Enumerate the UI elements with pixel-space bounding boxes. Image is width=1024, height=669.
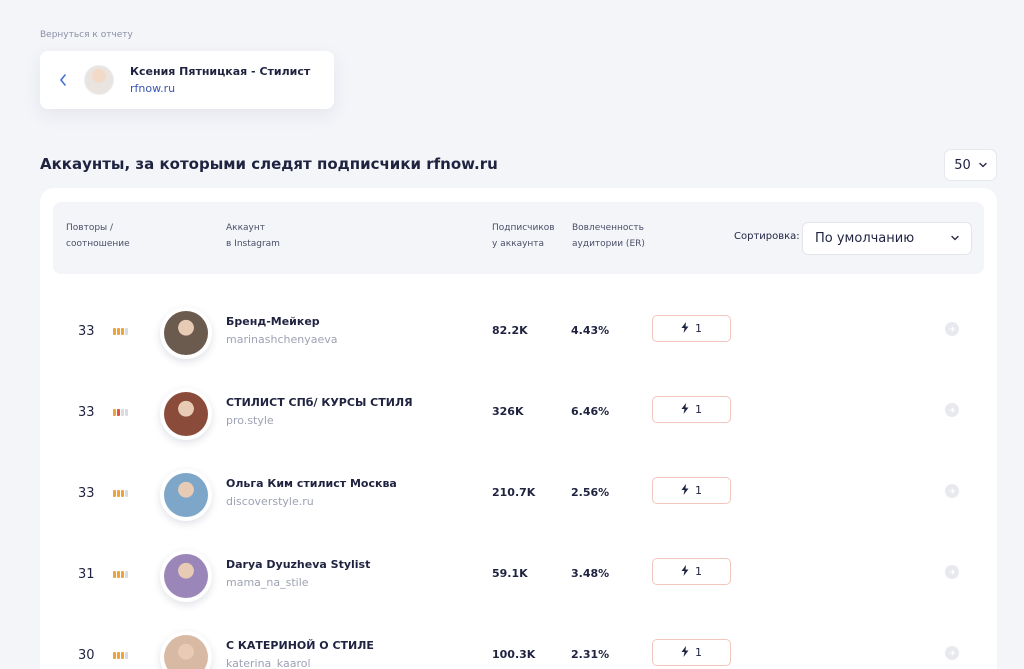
page-title: Аккаунты, за которыми следят подписчики … [40,155,498,173]
per-page-value: 50 [954,157,971,173]
badge-count: 1 [695,565,702,578]
ratio-indicator [113,490,128,497]
table-row[interactable]: 33 Бренд-Мейкер marinashchenyaeva 82.2K … [40,302,997,362]
lightning-icon [681,402,689,417]
profile-name: Ксения Пятницкая - Стилист [130,65,311,78]
badge-count: 1 [695,484,702,497]
account-name[interactable]: Бренд-Мейкер [226,315,320,328]
accounts-table: Повторы / соотношение Аккаунт в Instagra… [40,188,997,669]
lightning-icon [681,321,689,336]
sort-label: Сортировка: [734,231,800,242]
account-handle[interactable]: pro.style [226,414,274,427]
account-name[interactable]: СТИЛИСТ СПб/ КУРСЫ СТИЛЯ [226,396,413,409]
avatar[interactable] [160,388,212,440]
arrow-right-circle-icon[interactable] [945,646,959,660]
account-handle[interactable]: katerina_kaarol [226,657,311,669]
profile-site-link[interactable]: rfnow.ru [130,82,310,95]
account-handle[interactable]: marinashchenyaeva [226,333,337,346]
ratio-indicator [113,328,128,335]
repeats-count: 30 [78,648,95,663]
lightning-icon [681,564,689,579]
per-page-select[interactable]: 50 [944,149,997,181]
followers-count: 326K [492,405,524,418]
header-account: Аккаунт в Instagram [226,223,280,249]
chevron-left-icon[interactable] [56,74,70,86]
engagement-rate: 3.48% [571,567,610,580]
repeats-count: 33 [78,486,95,501]
badge-count: 1 [695,403,702,416]
ratio-indicator [113,652,128,659]
sort-value: По умолчанию [815,231,915,246]
account-name[interactable]: Darya Dyuzheva Stylist [226,558,370,571]
table-row[interactable]: 30 С КАТЕРИНОЙ О СТИЛЕ katerina_kaarol 1… [40,626,997,669]
engagement-rate: 2.56% [571,486,610,499]
repeats-count: 33 [78,324,95,339]
badge-count: 1 [695,646,702,659]
engagement-rate: 6.46% [571,405,610,418]
lightning-badge[interactable]: 1 [652,639,731,666]
engagement-rate: 2.31% [571,648,610,661]
account-handle[interactable]: discoverstyle.ru [226,495,314,508]
profile-card: Ксения Пятницкая - Стилист rfnow.ru [40,51,334,109]
lightning-icon [681,645,689,660]
arrow-right-circle-icon[interactable] [945,322,959,336]
followers-count: 59.1K [492,567,528,580]
table-row[interactable]: 33 СТИЛИСТ СПб/ КУРСЫ СТИЛЯ pro.style 32… [40,383,997,443]
lightning-badge[interactable]: 1 [652,558,731,585]
account-handle[interactable]: mama_na_stile [226,576,309,589]
ratio-indicator [113,409,128,416]
avatar[interactable] [160,631,212,669]
avatar[interactable] [160,307,212,359]
lightning-icon [681,483,689,498]
arrow-right-circle-icon[interactable] [945,403,959,417]
header-followers: Подписчиков у аккаунта [492,223,555,249]
avatar[interactable] [160,469,212,521]
arrow-right-circle-icon[interactable] [945,565,959,579]
lightning-badge[interactable]: 1 [652,477,731,504]
lightning-badge[interactable]: 1 [652,396,731,423]
ratio-indicator [113,571,128,578]
header-engagement: Вовлеченность аудитории (ER) [572,223,645,249]
table-header: Повторы / соотношение Аккаунт в Instagra… [53,202,984,274]
badge-count: 1 [695,322,702,335]
chevron-down-icon [951,234,959,243]
table-row[interactable]: 33 Ольга Ким стилист Москва discoverstyl… [40,464,997,524]
repeats-count: 31 [78,567,95,582]
chevron-down-icon [979,161,987,170]
engagement-rate: 4.43% [571,324,610,337]
followers-count: 100.3K [492,648,536,661]
repeats-count: 33 [78,405,95,420]
header-repeats: Повторы / соотношение [66,223,130,249]
followers-count: 82.2K [492,324,528,337]
account-name[interactable]: Ольга Ким стилист Москва [226,477,397,490]
sort-select[interactable]: По умолчанию [802,222,972,255]
back-to-report-link[interactable]: Вернуться к отчету [40,30,133,40]
avatar[interactable] [160,550,212,602]
table-row[interactable]: 31 Darya Dyuzheva Stylist mama_na_stile … [40,545,997,605]
followers-count: 210.7K [492,486,536,499]
lightning-badge[interactable]: 1 [652,315,731,342]
arrow-right-circle-icon[interactable] [945,484,959,498]
account-name[interactable]: С КАТЕРИНОЙ О СТИЛЕ [226,639,374,652]
profile-avatar [84,65,114,95]
